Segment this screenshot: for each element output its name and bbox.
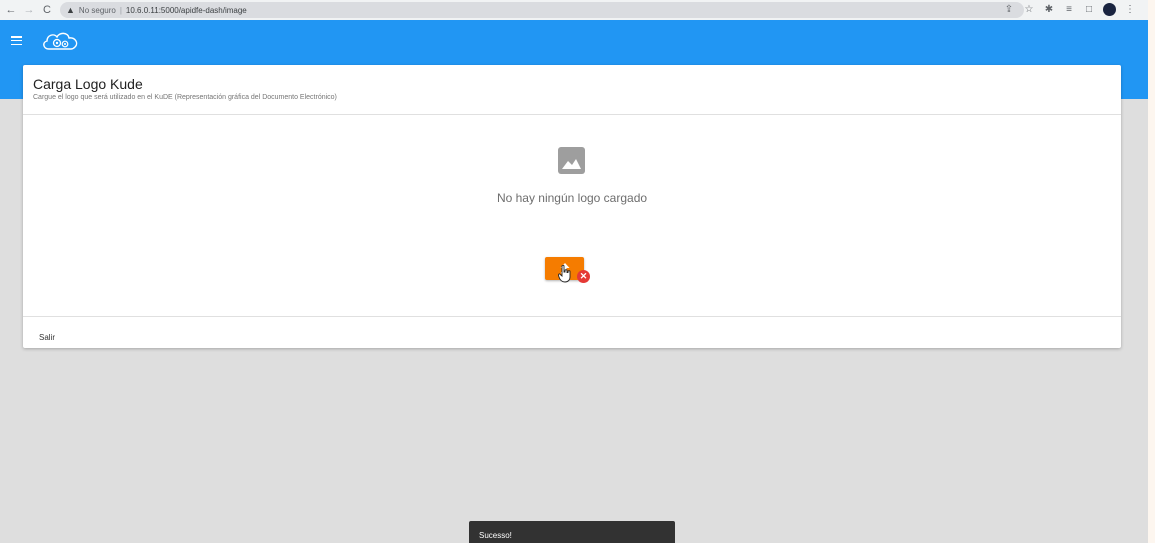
- profile-avatar[interactable]: [1103, 3, 1116, 16]
- address-bar[interactable]: ▲ No seguro | 10.6.0.11:5000/apidfe-dash…: [60, 2, 1024, 18]
- image-icon: [558, 147, 585, 174]
- bookmark-star-icon[interactable]: ☆: [1023, 4, 1035, 16]
- reload-icon[interactable]: C: [40, 3, 54, 17]
- url-separator: |: [119, 5, 122, 15]
- browser-toolbar: ← → C ▲ No seguro | 10.6.0.11:5000/apidf…: [0, 0, 1148, 20]
- warning-icon: ▲: [66, 5, 75, 15]
- back-arrow-icon[interactable]: ←: [4, 3, 18, 17]
- exit-button[interactable]: Salir: [39, 333, 55, 342]
- card-body: No hay ningún logo cargado ✕: [23, 115, 1121, 317]
- success-snackbar: Sucesso!: [469, 521, 675, 543]
- page-subtitle: Cargue el logo que será utilizado en el …: [33, 94, 337, 101]
- share-icon[interactable]: ⇪: [1003, 4, 1015, 16]
- close-circle-icon[interactable]: ✕: [577, 270, 590, 283]
- reading-list-icon[interactable]: ≡: [1063, 4, 1075, 16]
- side-panel-icon[interactable]: □: [1083, 4, 1095, 16]
- hand-cursor-icon: [558, 265, 571, 283]
- card-footer: Salir: [23, 317, 1121, 347]
- page-title: Carga Logo Kude: [33, 76, 143, 92]
- forward-arrow-icon[interactable]: →: [22, 3, 36, 17]
- menu-icon[interactable]: [11, 36, 22, 45]
- empty-logo-message: No hay ningún logo cargado: [496, 191, 648, 205]
- url-text: 10.6.0.11:5000/apidfe-dash/image: [125, 5, 247, 15]
- security-label: No seguro: [78, 5, 116, 15]
- window-edge: [1148, 0, 1155, 543]
- card-header: Carga Logo Kude Cargue el logo que será …: [23, 65, 1121, 115]
- more-menu-icon[interactable]: ⋮: [1124, 4, 1136, 16]
- cloud-gears-logo: [43, 32, 78, 50]
- logo-upload-card: Carga Logo Kude Cargue el logo que será …: [23, 65, 1121, 348]
- extensions-icon[interactable]: ✱: [1043, 4, 1055, 16]
- browser-actions: ⇪ ☆ ✱ ≡ □ ⋮: [1003, 3, 1136, 16]
